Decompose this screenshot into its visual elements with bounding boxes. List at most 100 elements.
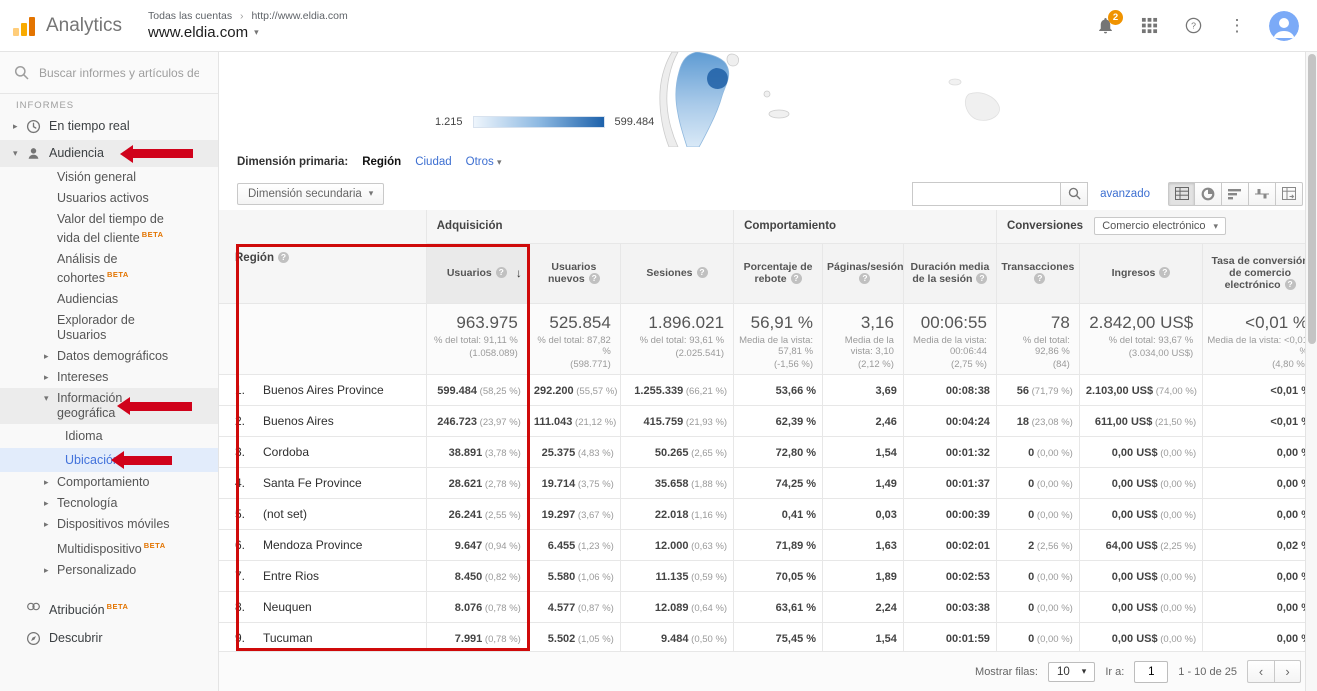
view-performance-button[interactable] (1222, 182, 1249, 206)
help-button[interactable]: ? (1181, 14, 1205, 38)
column-header-porcentaje-rebote[interactable]: Porcentaje de rebote? (734, 243, 823, 303)
chevron-right-icon[interactable]: ▸ (44, 517, 57, 532)
world-map[interactable] (219, 52, 1305, 147)
region-cell[interactable]: 7.Entre Rios (219, 560, 426, 591)
breadcrumb-root[interactable]: Todas las cuentas (148, 10, 232, 22)
goto-page-input[interactable] (1134, 661, 1168, 683)
column-header-duracion-media[interactable]: Duración media de la sesión? (903, 243, 996, 303)
apps-grid-button[interactable] (1137, 14, 1161, 38)
column-header-usuarios[interactable]: Usuarios?↓ (426, 243, 527, 303)
region-name[interactable]: Entre Rios (263, 569, 319, 583)
table-row[interactable]: 5.(not set)26.241 (2,55 %)19.297 (3,67 %… (219, 498, 1317, 529)
geo-map[interactable]: 1.215 599.484 (219, 52, 1317, 147)
view-table-button[interactable] (1168, 182, 1195, 206)
column-header-paginas-sesion[interactable]: Páginas/sesión? (823, 243, 904, 303)
help-icon[interactable]: ? (976, 273, 987, 284)
region-name[interactable]: Santa Fe Province (263, 476, 362, 490)
sidebar-item-explorador-de-usuarios[interactable]: Explorador de Usuarios (0, 310, 218, 346)
chevron-right-icon[interactable]: ▸ (44, 496, 57, 511)
table-row[interactable]: 7.Entre Rios8.450 (0,82 %)5.580 (1,06 %)… (219, 560, 1317, 591)
region-column-header[interactable]: Región? (219, 210, 426, 303)
view-pivot-button[interactable] (1276, 182, 1303, 206)
notifications-button[interactable]: 2 (1093, 14, 1117, 38)
sidebar-item-analisis-de-cohortes[interactable]: Análisis de cohortesBETA (0, 249, 218, 289)
dimension-option-region[interactable]: Región (362, 156, 401, 168)
help-icon[interactable]: ? (1159, 267, 1170, 278)
column-header-tasa-conversion[interactable]: Tasa de conversión de comercio electróni… (1203, 243, 1317, 303)
table-search-input[interactable] (912, 182, 1060, 206)
help-icon[interactable]: ? (697, 267, 708, 278)
view-percentage-button[interactable] (1195, 182, 1222, 206)
help-icon[interactable]: ? (278, 252, 289, 263)
sidebar-item-comportamiento[interactable]: ▸Comportamiento (0, 472, 218, 493)
region-name[interactable]: Cordoba (263, 445, 309, 459)
region-name[interactable]: Buenos Aires Province (263, 383, 384, 397)
search-input[interactable] (39, 66, 199, 80)
region-cell[interactable]: 1.Buenos Aires Province (219, 374, 426, 405)
region-cell[interactable]: 8.Neuquen (219, 591, 426, 622)
table-search-button[interactable] (1060, 182, 1088, 206)
secondary-dimension-button[interactable]: Dimensión secundaria ▾ (237, 183, 384, 205)
column-header-sesiones[interactable]: Sesiones? (620, 243, 733, 303)
region-cell[interactable]: 3.Cordoba (219, 436, 426, 467)
help-icon[interactable]: ? (791, 273, 802, 284)
region-name[interactable]: Buenos Aires (263, 414, 334, 428)
chevron-right-icon[interactable]: ▸ (44, 475, 57, 490)
table-row[interactable]: 9.Tucuman7.991 (0,78 %)5.502 (1,05 %)9.4… (219, 622, 1317, 651)
advanced-filter-link[interactable]: avanzado (1100, 188, 1150, 200)
help-icon[interactable]: ? (859, 273, 870, 284)
sidebar-item-multidispositivo[interactable]: MultidispositivoBETA (0, 535, 218, 560)
help-icon[interactable]: ? (589, 273, 600, 284)
chevron-right-icon[interactable]: ▸ (44, 563, 57, 578)
more-options-button[interactable]: ⋮ (1225, 14, 1249, 38)
column-header-usuarios-nuevos[interactable]: Usuarios nuevos? (527, 243, 620, 303)
sidebar-item-personalizado[interactable]: ▸Personalizado (0, 560, 218, 581)
table-row[interactable]: 8.Neuquen8.076 (0,78 %)4.577 (0,87 %)12.… (219, 591, 1317, 622)
chevron-right-icon[interactable]: ▸ (13, 119, 26, 134)
next-page-button[interactable]: › (1274, 660, 1301, 683)
avatar[interactable] (1269, 11, 1299, 41)
dimension-option-otros[interactable]: Otros ▾ (466, 156, 502, 168)
help-icon[interactable]: ? (1034, 273, 1045, 284)
sidebar-item-en-tiempo-real[interactable]: ▸En tiempo real (0, 113, 218, 140)
rows-per-page-select[interactable]: 10▾ (1048, 662, 1095, 682)
table-row[interactable]: 2.Buenos Aires246.723 (23,97 %)111.043 (… (219, 405, 1317, 436)
account-selector[interactable]: www.eldia.com ▾ (148, 24, 348, 41)
region-cell[interactable]: 5.(not set) (219, 498, 426, 529)
table-row[interactable]: 3.Cordoba38.891 (3,78 %)25.375 (4,83 %)5… (219, 436, 1317, 467)
sidebar-item-intereses[interactable]: ▸Intereses (0, 367, 218, 388)
region-cell[interactable]: 6.Mendoza Province (219, 529, 426, 560)
sidebar-item-dispositivos-moviles[interactable]: ▸Dispositivos móviles (0, 514, 218, 535)
conversion-type-select[interactable]: Comercio electrónico▾ (1094, 217, 1226, 235)
sidebar-item-datos-demograficos[interactable]: ▸Datos demográficos (0, 346, 218, 367)
region-cell[interactable]: 9.Tucuman (219, 622, 426, 651)
sidebar-item-idioma[interactable]: Idioma (0, 424, 218, 448)
prev-page-button[interactable]: ‹ (1247, 660, 1274, 683)
sidebar-item-atribucion[interactable]: AtribuciónBETA (0, 593, 218, 624)
chevron-down-icon[interactable]: ▾ (44, 391, 57, 406)
table-row[interactable]: 1.Buenos Aires Province599.484 (58,25 %)… (219, 374, 1317, 405)
region-name[interactable]: (not set) (263, 507, 307, 521)
map-region-chile[interactable] (660, 52, 678, 147)
sidebar-item-ubicacion[interactable]: Ubicación (0, 448, 218, 472)
map-region-uruguay[interactable] (727, 54, 739, 66)
sidebar-item-usuarios-activos[interactable]: Usuarios activos (0, 188, 218, 209)
help-icon[interactable]: ? (496, 267, 507, 278)
sidebar-item-tecnologia[interactable]: ▸Tecnología (0, 493, 218, 514)
region-name[interactable]: Tucuman (263, 631, 313, 645)
vertical-scrollbar[interactable] (1305, 52, 1317, 691)
chevron-right-icon[interactable]: ▸ (44, 349, 57, 364)
sidebar-item-audiencias[interactable]: Audiencias (0, 289, 218, 310)
map-region-argentina[interactable] (676, 52, 729, 147)
analytics-logo-icon[interactable] (12, 14, 38, 38)
sidebar-item-valor-del-tiempo-de-vida-del-cliente[interactable]: Valor del tiempo de vida del clienteBETA (0, 209, 218, 249)
region-cell[interactable]: 2.Buenos Aires (219, 405, 426, 436)
breadcrumb[interactable]: Todas las cuentas › http://www.eldia.com (148, 10, 348, 22)
dimension-option-ciudad[interactable]: Ciudad (415, 156, 451, 168)
breadcrumb-property[interactable]: http://www.eldia.com (251, 10, 347, 22)
table-row[interactable]: 6.Mendoza Province9.647 (0,94 %)6.455 (1… (219, 529, 1317, 560)
view-comparison-button[interactable] (1249, 182, 1276, 206)
help-icon[interactable]: ? (1285, 279, 1296, 290)
chevron-right-icon[interactable]: ▸ (44, 370, 57, 385)
chevron-down-icon[interactable]: ▾ (13, 146, 26, 161)
